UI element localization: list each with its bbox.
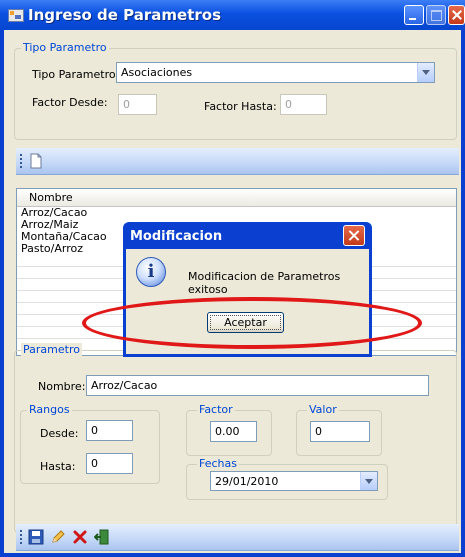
window-title: Ingreso de Parametros bbox=[28, 6, 221, 24]
list-header-nombre[interactable]: Nombre bbox=[17, 189, 456, 207]
factor-hasta-value: 0 bbox=[285, 98, 292, 111]
title-bar[interactable]: Ingreso de Parametros bbox=[0, 0, 465, 30]
toolstrip-grip[interactable] bbox=[20, 154, 22, 168]
delete-icon[interactable] bbox=[72, 529, 88, 545]
nombre-value: Arroz/Cacao bbox=[91, 379, 158, 392]
factor-desde-value: 0 bbox=[123, 98, 130, 111]
info-icon: i bbox=[136, 257, 166, 287]
tipo-parametro-group-label: Tipo Parametro bbox=[21, 41, 109, 54]
main-window: Ingreso de Parametros Tipo Parametro Tip… bbox=[0, 0, 465, 557]
exit-icon[interactable] bbox=[94, 529, 110, 545]
calendar-dropdown-icon[interactable] bbox=[360, 472, 377, 490]
factor-hasta-label: Factor Hasta: bbox=[204, 100, 277, 113]
list-item[interactable]: Arroz/Cacao bbox=[17, 207, 456, 219]
highlight-ellipse bbox=[82, 297, 422, 349]
hasta-input[interactable]: 0 bbox=[86, 453, 133, 474]
desde-label: Desde: bbox=[40, 427, 79, 440]
bottom-toolstrip bbox=[16, 524, 459, 551]
factor-group-label: Factor bbox=[197, 403, 235, 416]
hasta-label: Hasta: bbox=[40, 460, 76, 473]
tipo-parametro-combo[interactable]: Asociaciones bbox=[116, 62, 435, 83]
tipo-parametro-combo-value: Asociaciones bbox=[121, 66, 193, 79]
dialog-close-button[interactable] bbox=[343, 225, 365, 246]
chevron-down-icon[interactable] bbox=[417, 63, 434, 82]
valor-value: 0 bbox=[315, 425, 322, 438]
factor-desde-label: Factor Desde: bbox=[32, 96, 108, 109]
maximize-button bbox=[426, 5, 446, 25]
rangos-group-label: Rangos bbox=[27, 403, 72, 416]
parametro-group-label: Parametro bbox=[21, 343, 82, 356]
factor-input[interactable]: 0.00 bbox=[210, 421, 257, 442]
close-button[interactable] bbox=[448, 5, 465, 25]
dialog-title: Modificacion bbox=[130, 229, 223, 244]
desde-input[interactable]: 0 bbox=[86, 420, 133, 441]
edit-icon[interactable] bbox=[50, 529, 66, 545]
fechas-group-label: Fechas bbox=[197, 457, 239, 470]
valor-group-label: Valor bbox=[307, 403, 339, 416]
valor-input[interactable]: 0 bbox=[310, 421, 370, 442]
nombre-input[interactable]: Arroz/Cacao bbox=[86, 375, 429, 396]
factor-hasta-input: 0 bbox=[280, 94, 327, 115]
save-icon[interactable] bbox=[28, 529, 44, 545]
desde-value: 0 bbox=[91, 424, 98, 437]
fecha-value: 29/01/2010 bbox=[215, 475, 279, 488]
tipo-parametro-label: Tipo Parametro bbox=[32, 68, 116, 81]
top-toolstrip bbox=[16, 148, 459, 175]
factor-value: 0.00 bbox=[215, 425, 240, 438]
app-icon bbox=[8, 9, 24, 22]
new-document-icon[interactable] bbox=[28, 153, 44, 169]
factor-desde-input: 0 bbox=[118, 94, 157, 115]
toolstrip-grip[interactable] bbox=[20, 530, 22, 544]
dialog-message: Modificacion de Parametros exitoso bbox=[188, 270, 341, 296]
minimize-button[interactable] bbox=[404, 5, 424, 25]
hasta-value: 0 bbox=[91, 457, 98, 470]
fecha-picker[interactable]: 29/01/2010 bbox=[210, 471, 378, 491]
nombre-label: Nombre: bbox=[38, 380, 86, 393]
